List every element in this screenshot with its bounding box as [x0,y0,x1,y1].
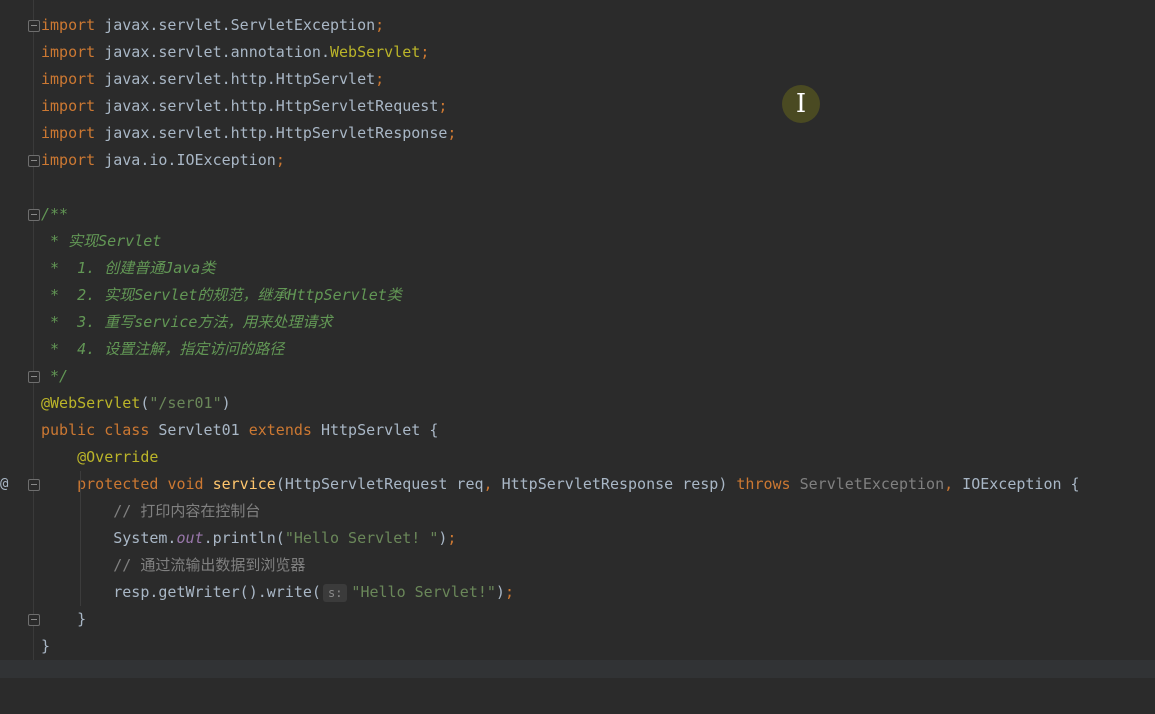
code-line-13: * 4. 设置注解，指定访问的路径 [0,336,1155,363]
code-line-21: // 通过流输出数据到浏览器 [0,552,1155,579]
doc-comment-line: * 实现Servlet [41,232,162,250]
code-line-5: import javax.servlet.http.HttpServletRes… [41,124,457,142]
code-line-10: * 1. 创建普通Java类 [0,255,1155,282]
override-gutter-icon[interactable]: @ [0,471,8,498]
code-line-4: import javax.servlet.http.HttpServletReq… [41,97,448,115]
code-line-6: import java.io.IOException; [0,147,1155,174]
doc-comment-line: */ [41,367,69,385]
semicolon: ; [375,70,385,88]
comma: , [483,475,493,493]
code-line-9: * 实现Servlet [0,228,1155,255]
code-line-20: System.out.println("Hello Servlet! "); [41,529,457,547]
keyword-throws: throws [736,475,791,493]
keyword-void: void [167,475,204,493]
code-line-8: /** [0,201,1155,228]
closing-brace: } [41,610,87,628]
string-literal: "/ser01" [149,394,222,412]
override-annotation: @Override [77,448,159,466]
semicolon: ; [375,16,385,34]
doc-comment-line: * 2. 实现Servlet的规范，继承HttpServlet类 [41,286,402,304]
code-line-14: */ [0,363,1155,390]
semicolon: ; [447,529,457,547]
fold-toggle-icon[interactable] [28,371,40,383]
webservlet-class-ref: WebServlet [330,43,421,61]
doc-comment-line: * 3. 重写service方法，用来处理请求 [41,313,333,331]
static-field: out [176,529,204,547]
webservlet-annotation: @WebServlet [41,394,141,412]
code-line-2: import javax.servlet.annotation.WebServl… [41,43,430,61]
method-name: service [212,475,276,493]
code-line-15: @WebServlet("/ser01") [41,394,231,412]
keyword-extends: extends [248,421,312,439]
comma: , [944,475,954,493]
semicolon: ; [447,124,457,142]
string-literal: "Hello Servlet!" [351,583,496,601]
code-line-22: resp.getWriter().write(s: "Hello Servlet!… [41,583,514,602]
fold-toggle-icon[interactable] [28,479,40,491]
keyword-import: import [41,124,96,142]
keyword-import: import [41,70,96,88]
fold-toggle-icon[interactable] [28,20,40,32]
semicolon: ; [275,151,285,169]
keyword-import: import [41,43,96,61]
string-literal: "Hello Servlet! " [284,529,439,547]
code-line-19: // 打印内容在控制台 [0,498,1155,525]
keyword-class: class [104,421,150,439]
fold-toggle-icon[interactable] [28,614,40,626]
semicolon: ; [420,43,430,61]
keyword-protected: protected [77,475,159,493]
unused-exception: ServletException [799,475,945,493]
semicolon: ; [438,97,448,115]
text-cursor-icon: I [782,85,820,123]
parameter-hint: s: [322,584,348,602]
doc-comment-line: /** [41,205,69,223]
doc-comment-line: * 1. 创建普通Java类 [41,259,216,277]
fold-toggle-icon[interactable] [28,209,40,221]
indent-guide [80,471,81,606]
code-line-17: @Override [0,444,1155,471]
keyword-import: import [41,151,96,169]
code-line-18: @ protected void service(HttpServletRequ… [0,471,1155,498]
doc-comment-line: * 4. 设置注解，指定访问的路径 [41,340,285,358]
keyword-import: import [41,16,96,34]
code-line-1: import javax.servlet.ServletException; [0,12,1155,39]
code-line-11: * 2. 实现Servlet的规范，继承HttpServlet类 [0,282,1155,309]
closing-brace: } [41,637,51,655]
semicolon: ; [504,583,514,601]
line-comment: // 打印内容在控制台 [41,502,261,520]
code-line-23: } [0,606,1155,633]
code-editor[interactable]: import javax.servlet.ServletException; i… [0,12,1155,660]
keyword-import: import [41,97,96,115]
code-line-16: public class Servlet01 extends HttpServl… [41,421,439,439]
editor-bottom-area [0,660,1155,678]
code-line-12: * 3. 重写service方法，用来处理请求 [0,309,1155,336]
code-line-24: } [0,633,1155,660]
keyword-public: public [41,421,96,439]
fold-toggle-icon[interactable] [28,155,40,167]
code-line-3: import javax.servlet.http.HttpServlet; [41,70,385,88]
